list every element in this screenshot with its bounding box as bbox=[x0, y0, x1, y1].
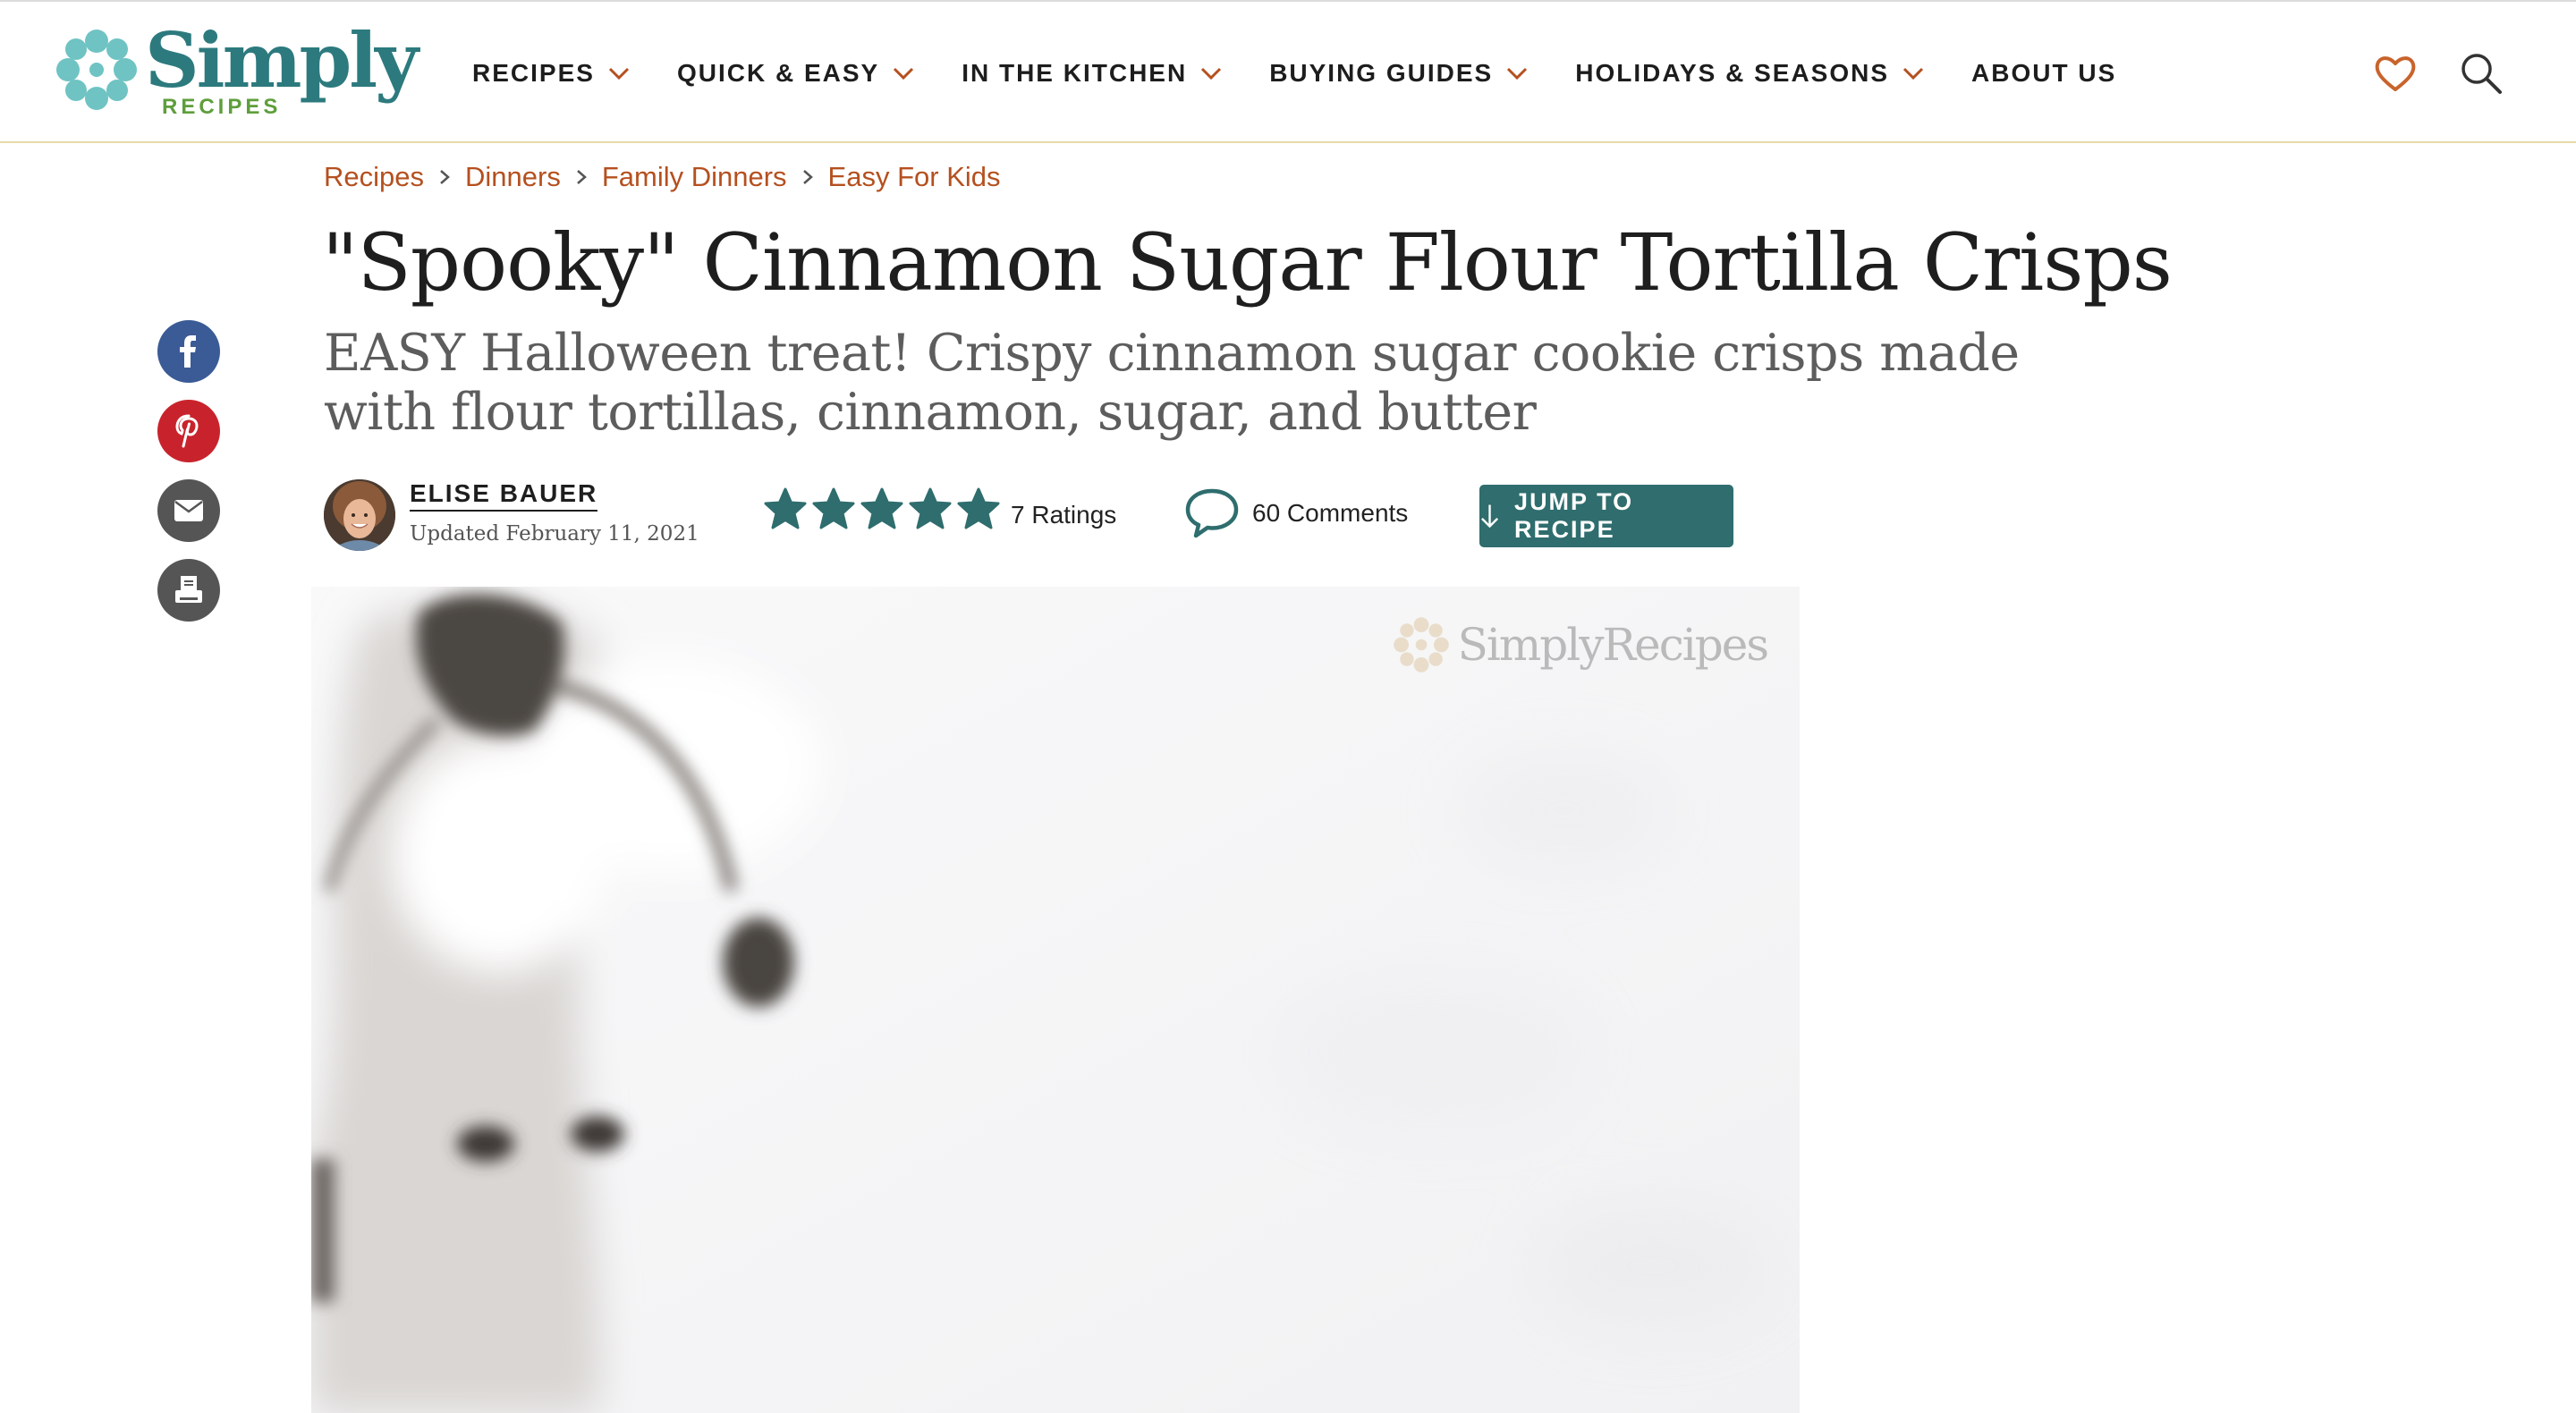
facebook-share-button[interactable] bbox=[157, 320, 220, 383]
chevron-down-icon bbox=[894, 67, 914, 80]
facebook-icon bbox=[180, 335, 196, 368]
comment-bubble-icon[interactable] bbox=[1184, 487, 1240, 540]
email-share-button[interactable] bbox=[157, 479, 220, 542]
search-icon[interactable] bbox=[2458, 50, 2504, 97]
logo-wordmark: Simply bbox=[145, 16, 419, 105]
chevron-down-icon bbox=[1902, 67, 1924, 80]
star-icon bbox=[764, 487, 807, 529]
author-avatar[interactable] bbox=[324, 479, 395, 551]
chevron-right-icon bbox=[577, 170, 587, 184]
comments-count-link[interactable]: 60 Comments bbox=[1252, 499, 1408, 528]
watermark-text: SimplyRecipes bbox=[1457, 619, 1769, 671]
nav-label: HOLIDAYS & SEASONS bbox=[1575, 59, 1890, 87]
nav-holidays-seasons[interactable]: HOLIDAYS & SEASONS bbox=[1575, 59, 1925, 88]
nav-label: ABOUT US bbox=[1971, 59, 2117, 87]
main-nav: RECIPES QUICK & EASY IN THE KITCHEN BUYI… bbox=[472, 2, 2163, 145]
pinterest-icon bbox=[175, 414, 199, 448]
star-icon bbox=[812, 487, 855, 529]
chevron-down-icon bbox=[608, 67, 629, 80]
breadcrumb-easy-for-kids[interactable]: Easy For Kids bbox=[828, 161, 1001, 193]
simply-recipes-watermark: SimplyRecipes bbox=[1390, 613, 1769, 676]
chevron-right-icon bbox=[802, 170, 813, 184]
jump-to-recipe-label: JUMP TO RECIPE bbox=[1514, 488, 1634, 543]
updated-date: Updated February 11, 2021 bbox=[410, 522, 699, 546]
chevron-down-icon bbox=[1201, 67, 1222, 80]
simply-recipes-logo[interactable]: Simply RECIPES bbox=[52, 21, 419, 129]
nav-label: RECIPES bbox=[472, 59, 595, 87]
author-photo bbox=[324, 479, 395, 551]
nav-about-us[interactable]: ABOUT US bbox=[1971, 59, 2116, 88]
ratings-count-link[interactable]: 7 Ratings bbox=[1011, 501, 1116, 529]
nav-buying-guides[interactable]: BUYING GUIDES bbox=[1269, 59, 1529, 88]
breadcrumb-recipes[interactable]: Recipes bbox=[324, 161, 424, 193]
nav-label: BUYING GUIDES bbox=[1269, 59, 1494, 87]
breadcrumb-dinners[interactable]: Dinners bbox=[465, 161, 561, 193]
star-icon bbox=[957, 487, 1000, 529]
heart-icon[interactable] bbox=[2372, 50, 2419, 97]
author-name-link[interactable]: ELISE BAUER bbox=[410, 479, 598, 512]
pinterest-share-button[interactable] bbox=[157, 400, 220, 462]
hero-image: SimplyRecipes bbox=[311, 587, 1800, 1413]
byline: ELISE BAUER Updated February 11, 2021 7 … bbox=[324, 478, 1844, 553]
print-button[interactable] bbox=[157, 559, 220, 622]
flower-watermark-icon bbox=[1393, 617, 1449, 673]
site-header: Simply RECIPES RECIPES QUICK & EASY IN T… bbox=[0, 0, 2576, 143]
flower-logo-icon bbox=[56, 30, 137, 110]
nav-recipes[interactable]: RECIPES bbox=[472, 59, 631, 88]
hero-photo bbox=[311, 587, 1800, 1413]
breadcrumb: Recipes Dinners Family Dinners Easy For … bbox=[324, 161, 1001, 193]
rating-stars[interactable] bbox=[762, 487, 1004, 531]
page-subtitle: EASY Halloween treat! Crispy cinnamon su… bbox=[324, 324, 2020, 442]
logo-subtitle: RECIPES bbox=[162, 95, 282, 119]
nav-quick-easy[interactable]: QUICK & EASY bbox=[677, 59, 915, 88]
nav-label: IN THE KITCHEN bbox=[962, 59, 1188, 87]
email-icon bbox=[174, 500, 203, 521]
jump-to-recipe-button[interactable]: JUMP TO RECIPE bbox=[1479, 485, 1733, 547]
arrow-down-icon bbox=[1481, 504, 1499, 529]
chevron-down-icon bbox=[1507, 67, 1528, 80]
nav-label: QUICK & EASY bbox=[676, 59, 880, 87]
chevron-right-icon bbox=[440, 170, 450, 184]
social-share-bar bbox=[157, 320, 220, 639]
star-icon bbox=[860, 487, 903, 529]
breadcrumb-family-dinners[interactable]: Family Dinners bbox=[602, 161, 787, 193]
print-icon bbox=[175, 576, 202, 603]
nav-in-the-kitchen[interactable]: IN THE KITCHEN bbox=[962, 59, 1223, 88]
star-icon bbox=[909, 487, 952, 529]
page-title: "Spooky" Cinnamon Sugar Flour Tortilla C… bbox=[322, 216, 2173, 309]
